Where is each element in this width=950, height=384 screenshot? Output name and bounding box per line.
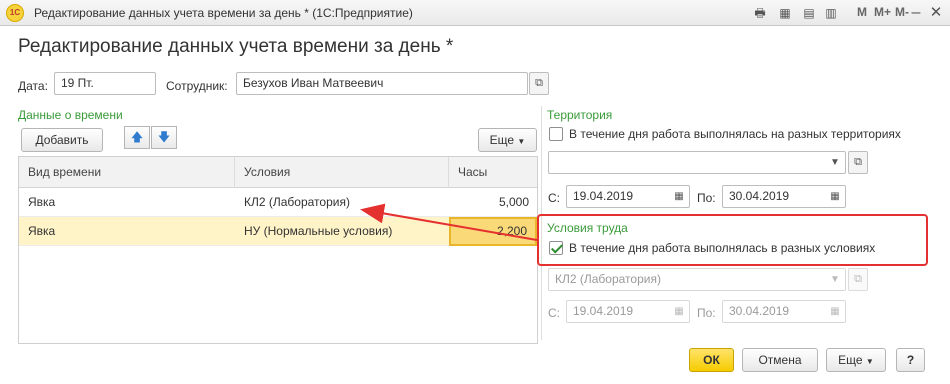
open-conditions-icon[interactable]: ⧉ [848, 268, 868, 291]
grid-more-label: Еще [489, 133, 515, 147]
footer-more-button[interactable]: Еще ▼ [826, 348, 886, 372]
footer-more-label: Еще [838, 353, 863, 367]
conditions-checkbox-label: В течение дня работа выполнялась в разны… [569, 241, 876, 255]
open-territory-icon[interactable]: ⧉ [848, 151, 868, 174]
territory-from-label: С: [548, 191, 560, 205]
table-row[interactable]: Явка КЛ2 (Лаборатория) 5,000 [19, 188, 537, 217]
open-employee-icon[interactable]: ⧉ [529, 72, 549, 95]
memory-plus-button[interactable]: M+ [874, 5, 891, 19]
calendar-icon[interactable]: ▦ [825, 186, 845, 207]
cell-kind[interactable]: Явка [19, 217, 235, 246]
memory-m-button[interactable]: M [857, 5, 867, 19]
close-icon[interactable]: ✕ [927, 4, 945, 22]
window-title: Редактирование данных учета времени за д… [34, 6, 413, 20]
time-grid[interactable]: Вид времени Условия Часы Явка КЛ2 (Лабор… [18, 156, 538, 344]
spreadsheet-icon[interactable]: ▦ [776, 4, 794, 22]
cell-hours-active[interactable]: 2,200 [449, 217, 537, 246]
territory-checkbox-label: В течение дня работа выполнялась на разн… [569, 127, 901, 141]
column-header-hours[interactable]: Часы [449, 157, 537, 188]
employee-field[interactable]: Безухов Иван Матвеевич [236, 72, 528, 95]
calendar-icon[interactable]: ▤ [800, 4, 818, 22]
form-title: Редактирование данных учета времени за д… [18, 36, 454, 57]
territory-to-label: По: [697, 191, 716, 205]
cell-conditions[interactable]: КЛ2 (Лаборатория) [235, 188, 449, 217]
employee-label: Сотрудник: [166, 79, 228, 93]
move-up-icon[interactable]: 🡅 [124, 126, 150, 149]
dropdown-arrow-icon[interactable]: ▼ [825, 269, 845, 290]
conditions-section-title: Условия труда [547, 221, 628, 235]
app-logo-icon: 1С [6, 4, 24, 22]
grid-more-button[interactable]: Еще ▼ [478, 128, 537, 152]
territory-checkbox[interactable] [549, 127, 563, 141]
territory-to-field[interactable]: 30.04.2019 ▦ [722, 185, 846, 208]
move-down-icon[interactable]: 🡇 [151, 126, 177, 149]
date-field[interactable]: 19 Пт. [54, 72, 156, 95]
column-header-kind[interactable]: Вид времени [19, 157, 235, 188]
conditions-to-label: По: [697, 306, 716, 320]
dropdown-arrow-icon[interactable]: ▼ [825, 152, 845, 173]
table-row-selected[interactable]: Явка НУ (Нормальные условия) 2,200 [19, 217, 537, 246]
ok-button[interactable]: ОК [689, 348, 734, 372]
grid-header: Вид времени Условия Часы [19, 157, 537, 188]
conditions-from-field[interactable]: 19.04.2019 ▦ [566, 300, 690, 323]
time-section-title: Данные о времени [18, 108, 123, 122]
conditions-to-field[interactable]: 30.04.2019 ▦ [722, 300, 846, 323]
chevron-down-icon: ▼ [865, 357, 874, 366]
print-icon[interactable]: 🖶 [751, 4, 769, 22]
date-label: Дата: [18, 79, 48, 93]
chevron-down-icon: ▼ [517, 137, 526, 146]
window-titlebar: 1С Редактирование данных учета времени з… [0, 0, 950, 26]
cell-conditions[interactable]: НУ (Нормальные условия) [235, 217, 449, 246]
cell-hours[interactable]: 5,000 [449, 188, 537, 217]
add-button[interactable]: Добавить [21, 128, 103, 152]
column-header-conditions[interactable]: Условия [235, 157, 449, 188]
conditions-checkbox[interactable] [549, 241, 563, 255]
calendar-icon[interactable]: ▦ [825, 301, 845, 322]
calendar-icon[interactable]: ▦ [669, 301, 689, 322]
cancel-button[interactable]: Отмена [742, 348, 818, 372]
territory-from-field[interactable]: 19.04.2019 ▦ [566, 185, 690, 208]
conditions-from-label: С: [548, 306, 560, 320]
calculator-icon[interactable]: ▥ [822, 4, 840, 22]
conditions-select[interactable]: КЛ2 (Лаборатория) ▼ [548, 268, 846, 291]
territory-select[interactable]: ▼ [548, 151, 846, 174]
cell-kind[interactable]: Явка [19, 188, 235, 217]
minimize-icon[interactable]: – [907, 4, 925, 22]
calendar-icon[interactable]: ▦ [669, 186, 689, 207]
help-button[interactable]: ? [896, 348, 925, 372]
territory-section-title: Территория [547, 108, 613, 122]
